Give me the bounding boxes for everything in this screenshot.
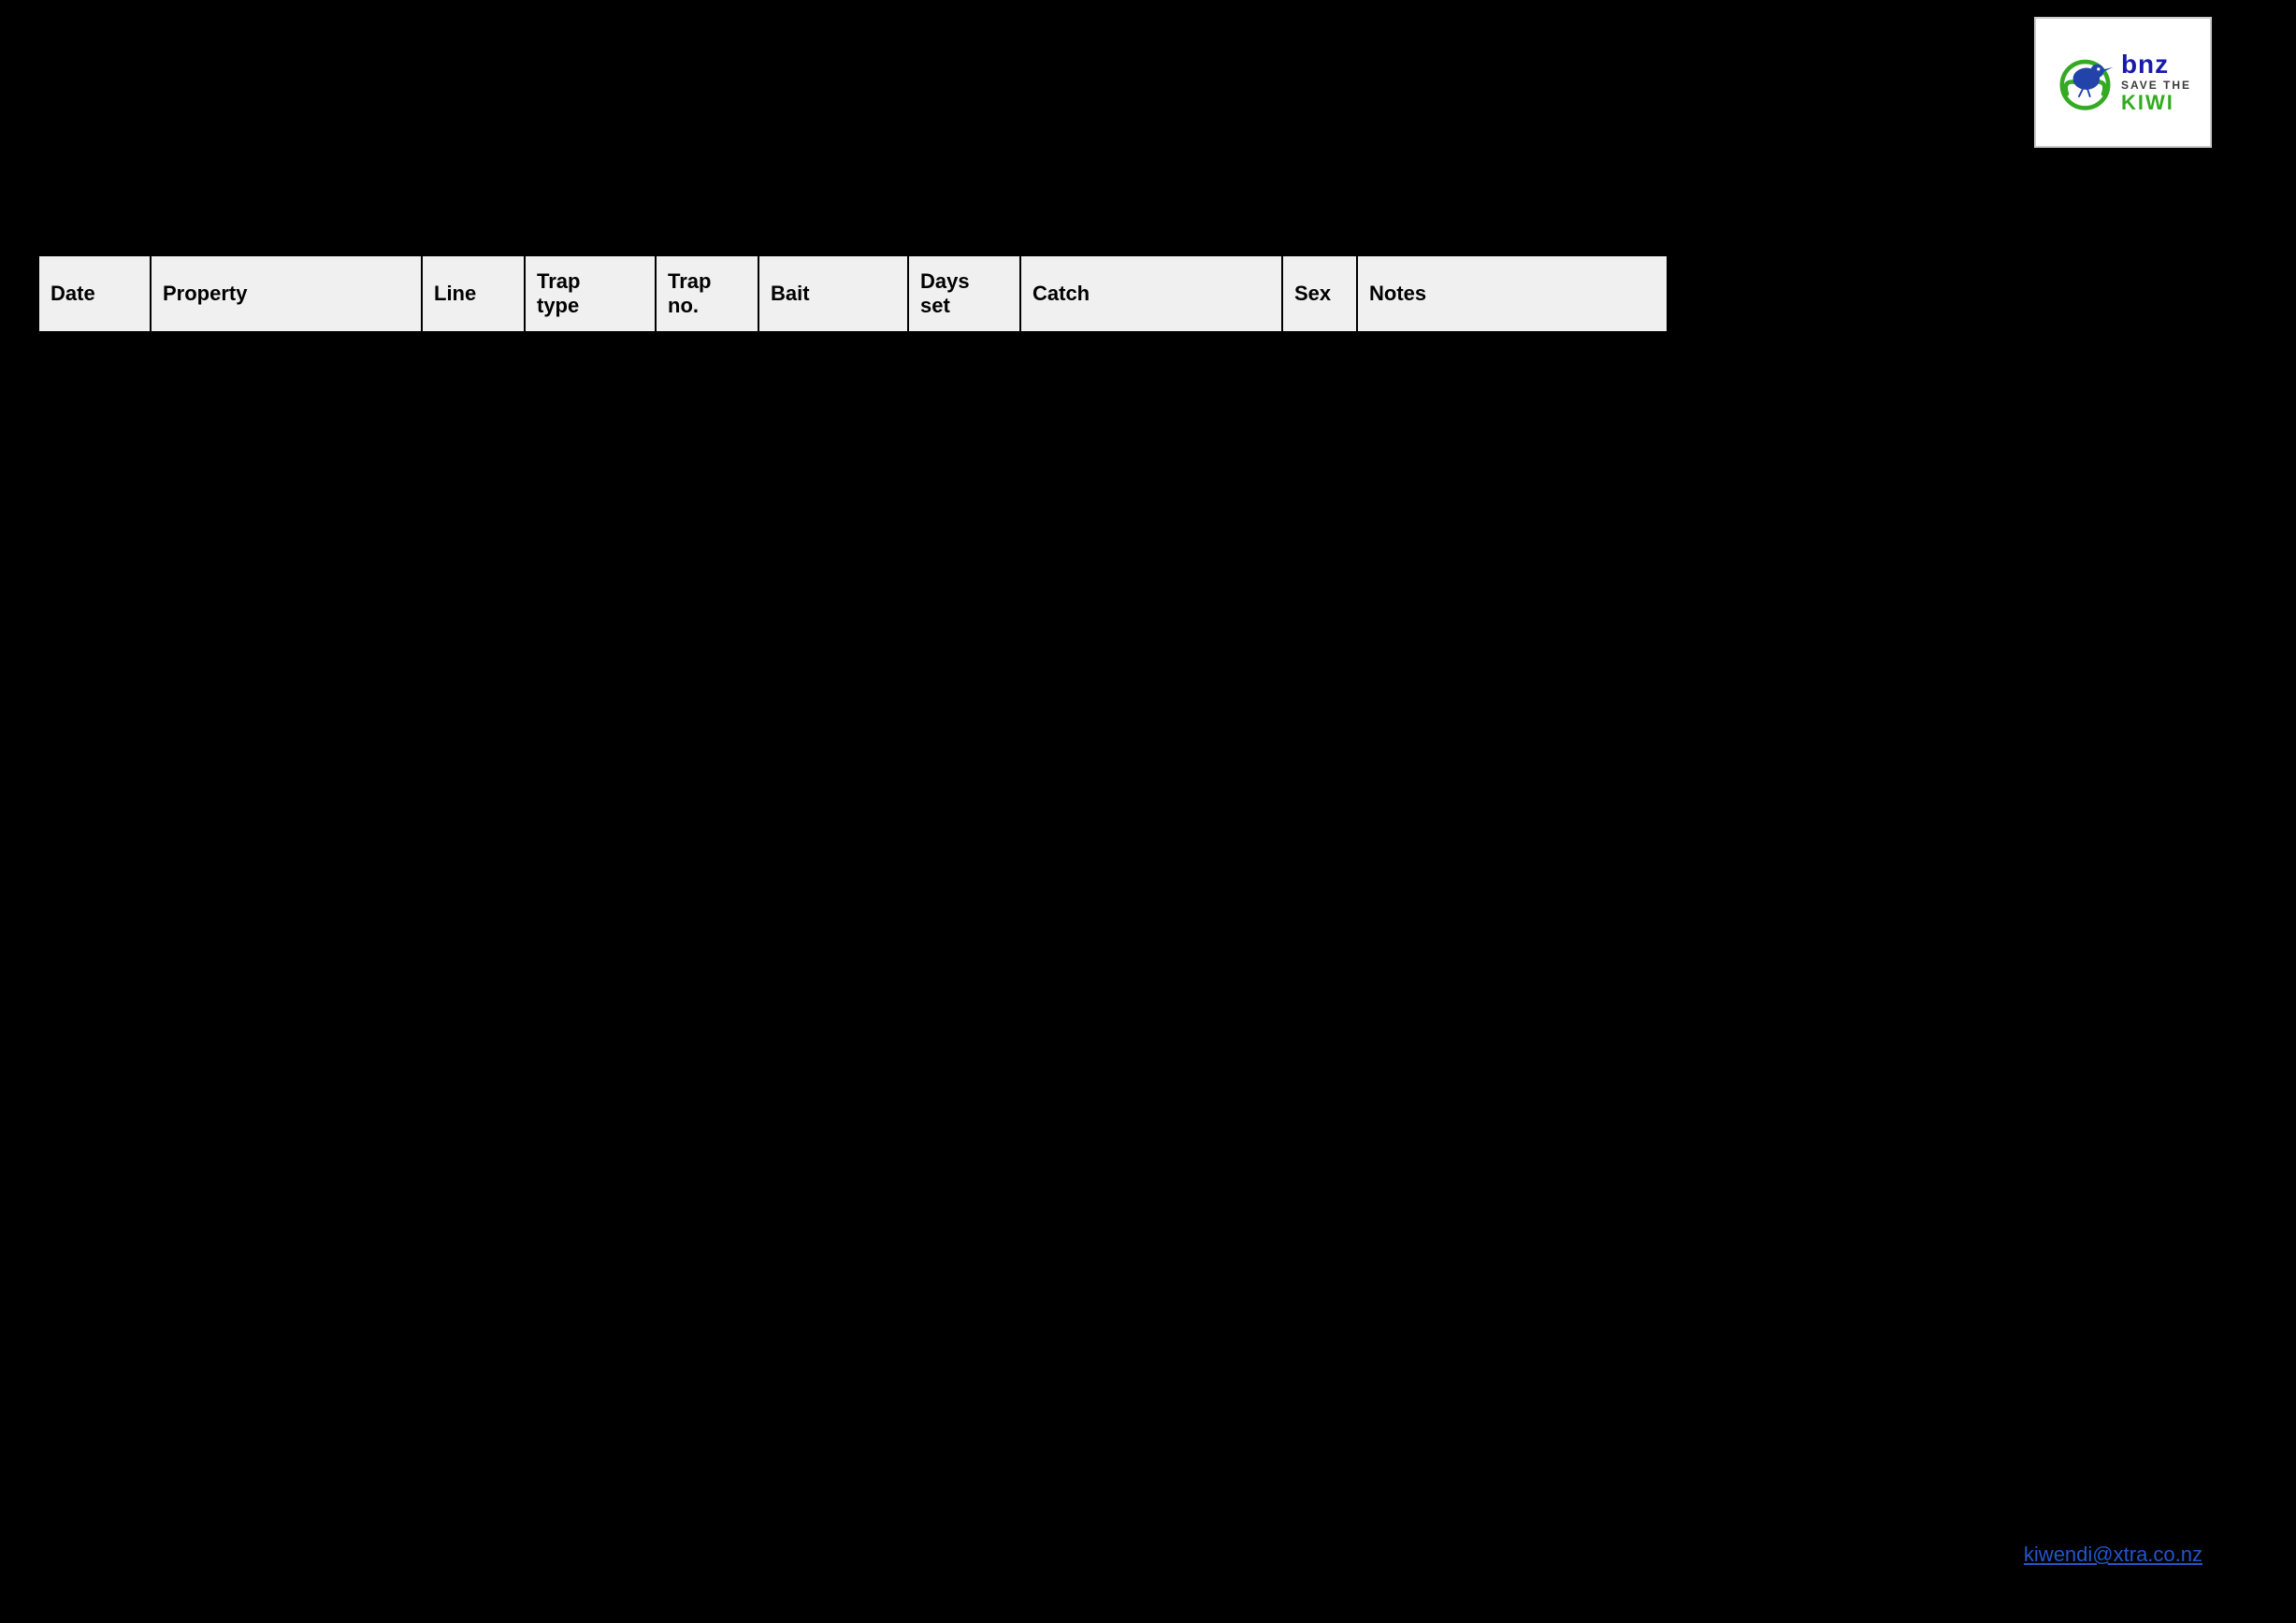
col-header-catch: Catch — [1021, 256, 1283, 331]
col-header-traptype: Trap type — [526, 256, 657, 331]
col-header-notes: Notes — [1358, 256, 1667, 331]
col-header-property: Property — [152, 256, 423, 331]
kiwi-icon — [2055, 51, 2115, 112]
logo-container: bnz SAVE THE KIWI — [2034, 17, 2212, 148]
bnz-text-group: bnz SAVE THE KIWI — [2121, 51, 2191, 114]
footer-email[interactable]: kiwendi@xtra.co.nz — [2024, 1543, 2202, 1567]
col-header-sex: Sex — [1283, 256, 1358, 331]
col-header-line: Line — [423, 256, 526, 331]
col-header-date: Date — [39, 256, 152, 331]
col-header-daysset: Days set — [909, 256, 1021, 331]
col-header-bait: Bait — [759, 256, 909, 331]
bnz-save-label: SAVE THE — [2121, 80, 2191, 92]
bnz-kiwi-label: KIWI — [2121, 92, 2191, 114]
col-header-trapno: Trap no. — [657, 256, 759, 331]
bnz-brand: bnz — [2121, 51, 2191, 80]
table-header: Date Property Line Trap type Trap no. Ba… — [37, 254, 1668, 333]
